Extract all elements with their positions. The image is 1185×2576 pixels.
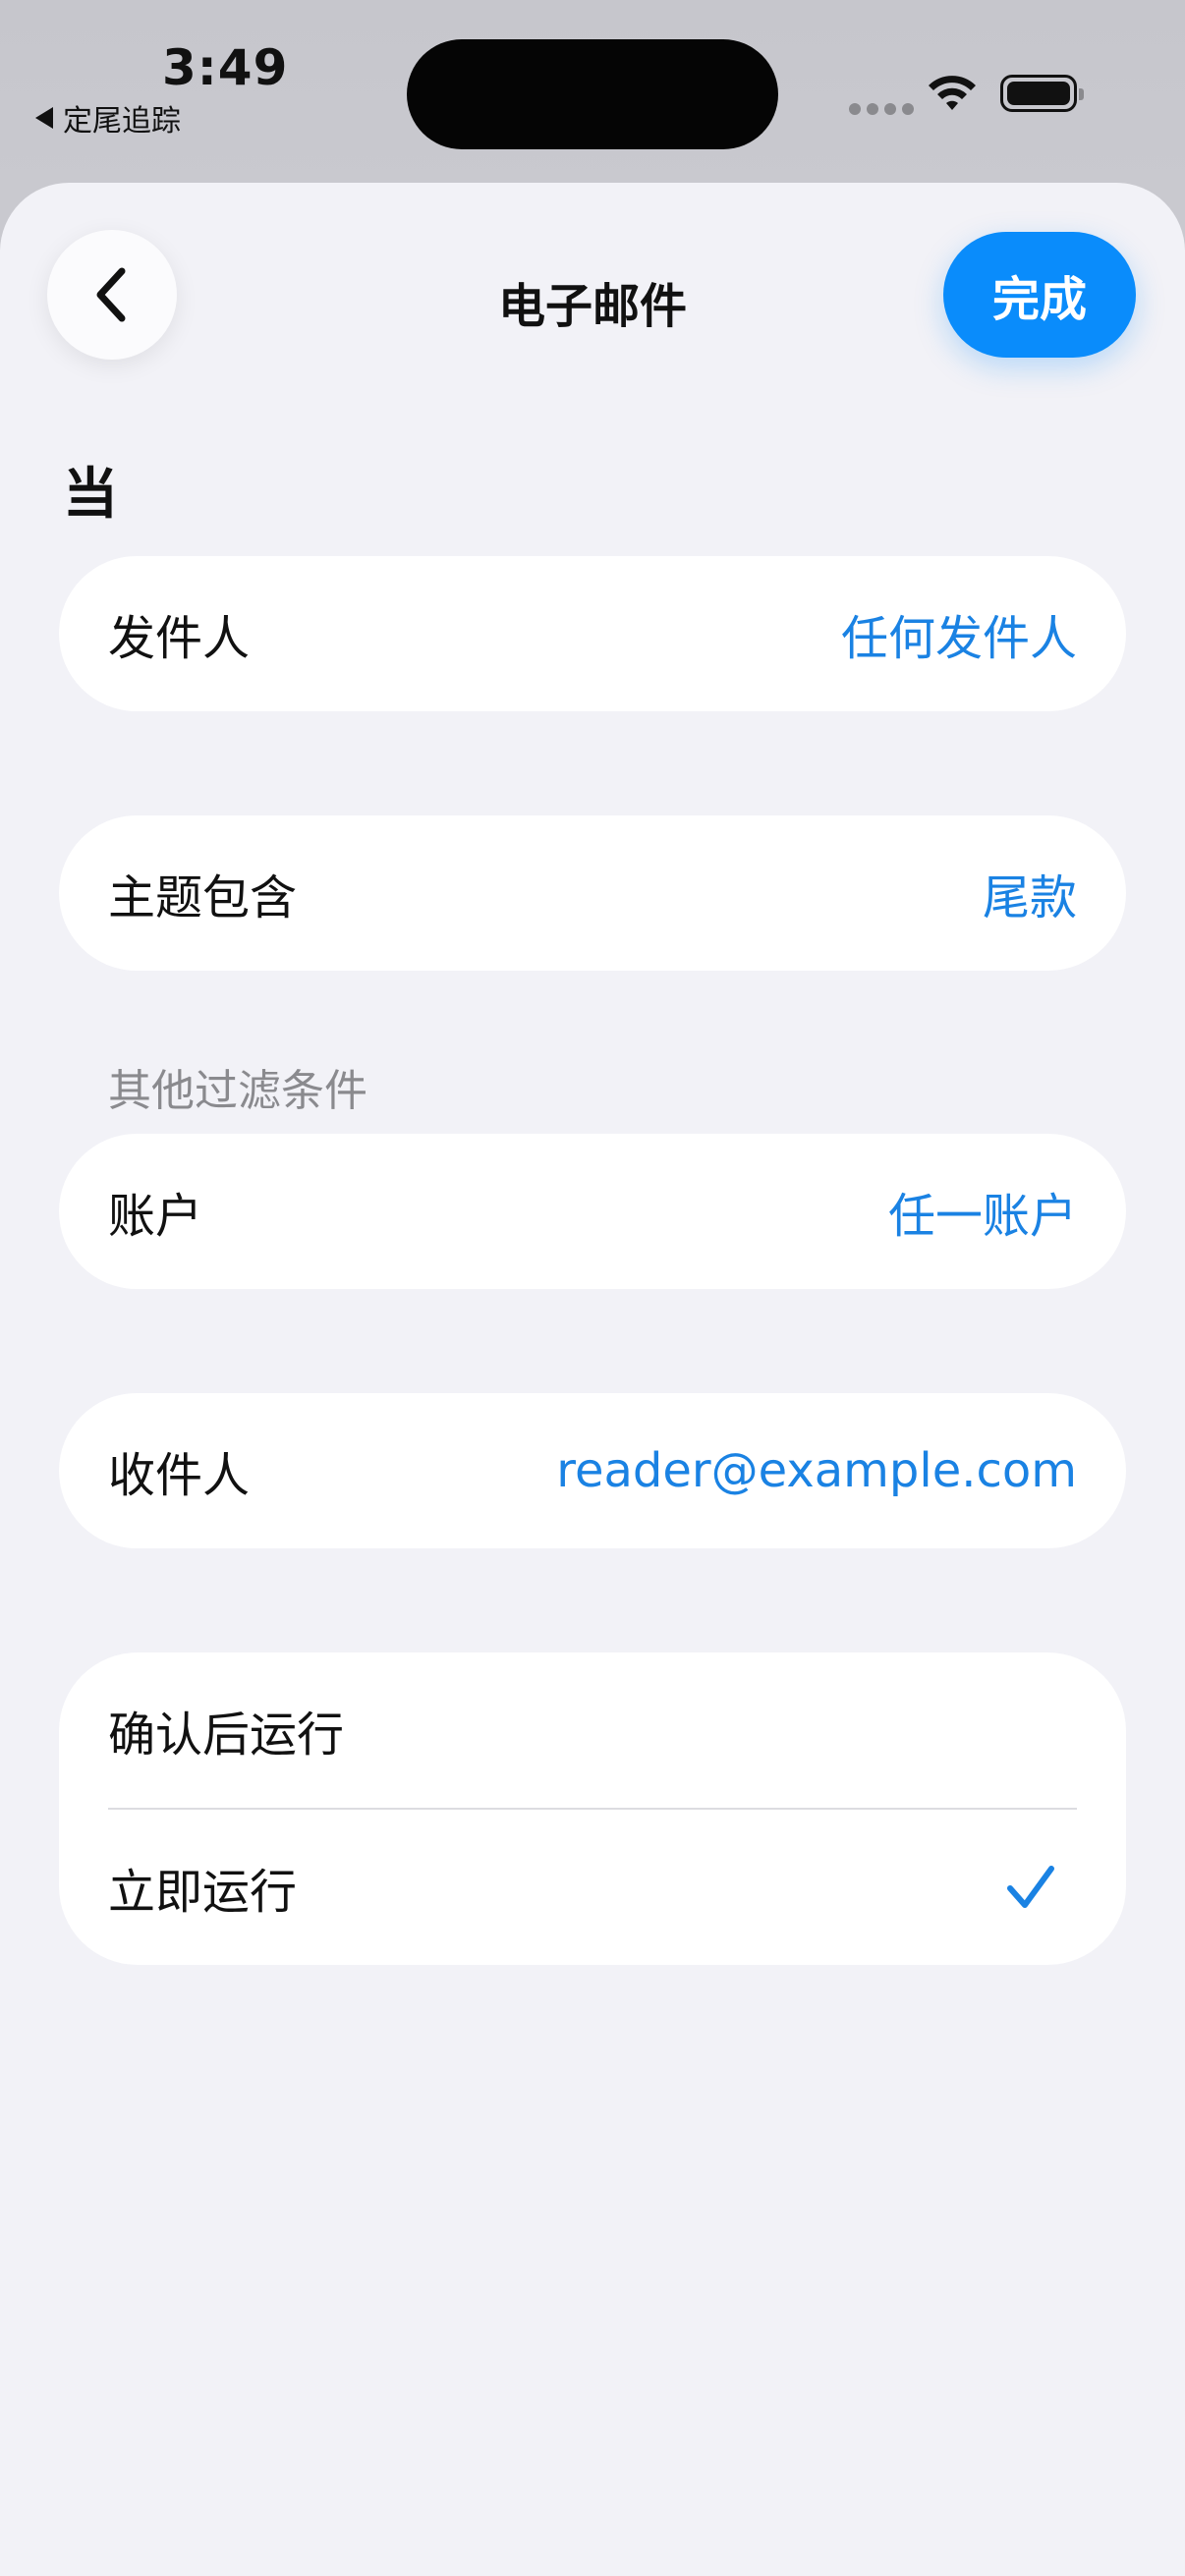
- recipient-label: 收件人: [108, 1448, 251, 1503]
- sender-row[interactable]: 发件人 任何发件人: [59, 556, 1126, 711]
- account-label: 账户: [108, 1189, 203, 1244]
- status-back-to-app[interactable]: 定尾追踪: [35, 96, 181, 140]
- subject-value: 尾款: [982, 870, 1077, 925]
- account-card: 账户 任一账户: [59, 1134, 1126, 1289]
- back-triangle-icon: [35, 107, 53, 129]
- recipient-value: reader@example.com: [556, 1443, 1077, 1498]
- checkmark-icon: [1007, 1866, 1054, 1908]
- run-options-card: 确认后运行 立即运行: [59, 1652, 1126, 1965]
- run-option-label: 确认后运行: [108, 1708, 345, 1763]
- dynamic-island: [407, 39, 778, 149]
- run-option-immediate[interactable]: 立即运行: [59, 1810, 1126, 1965]
- sender-label: 发件人: [108, 611, 251, 666]
- cellular-signal-icon: [849, 103, 914, 115]
- recipient-card: 收件人 reader@example.com: [59, 1393, 1126, 1548]
- other-filters-label: 其他过滤条件: [108, 1066, 367, 1116]
- subject-row[interactable]: 主题包含 尾款: [59, 815, 1126, 971]
- subject-label: 主题包含: [108, 870, 298, 925]
- account-row[interactable]: 账户 任一账户: [59, 1134, 1126, 1289]
- wifi-icon: [929, 76, 976, 110]
- recipient-row[interactable]: 收件人 reader@example.com: [59, 1393, 1126, 1548]
- status-back-app-label: 定尾追踪: [63, 104, 181, 139]
- status-time: 3:49: [162, 39, 289, 96]
- screen: 3:49 定尾追踪 电子邮件 完成 当 发件人 任何发件人 主题包含 尾款 其他…: [0, 0, 1185, 2576]
- sender-card: 发件人 任何发件人: [59, 556, 1126, 711]
- battery-icon: [1000, 75, 1084, 112]
- section-heading: 当: [63, 463, 118, 527]
- subject-card: 主题包含 尾款: [59, 815, 1126, 971]
- run-option-label: 立即运行: [108, 1865, 298, 1920]
- run-option-confirm[interactable]: 确认后运行: [59, 1652, 1126, 1808]
- sender-value: 任何发件人: [840, 611, 1077, 666]
- done-button[interactable]: 完成: [943, 232, 1136, 358]
- account-value: 任一账户: [887, 1189, 1077, 1244]
- email-trigger-sheet: 电子邮件 完成 当 发件人 任何发件人 主题包含 尾款 其他过滤条件 账户 任一…: [0, 183, 1185, 2576]
